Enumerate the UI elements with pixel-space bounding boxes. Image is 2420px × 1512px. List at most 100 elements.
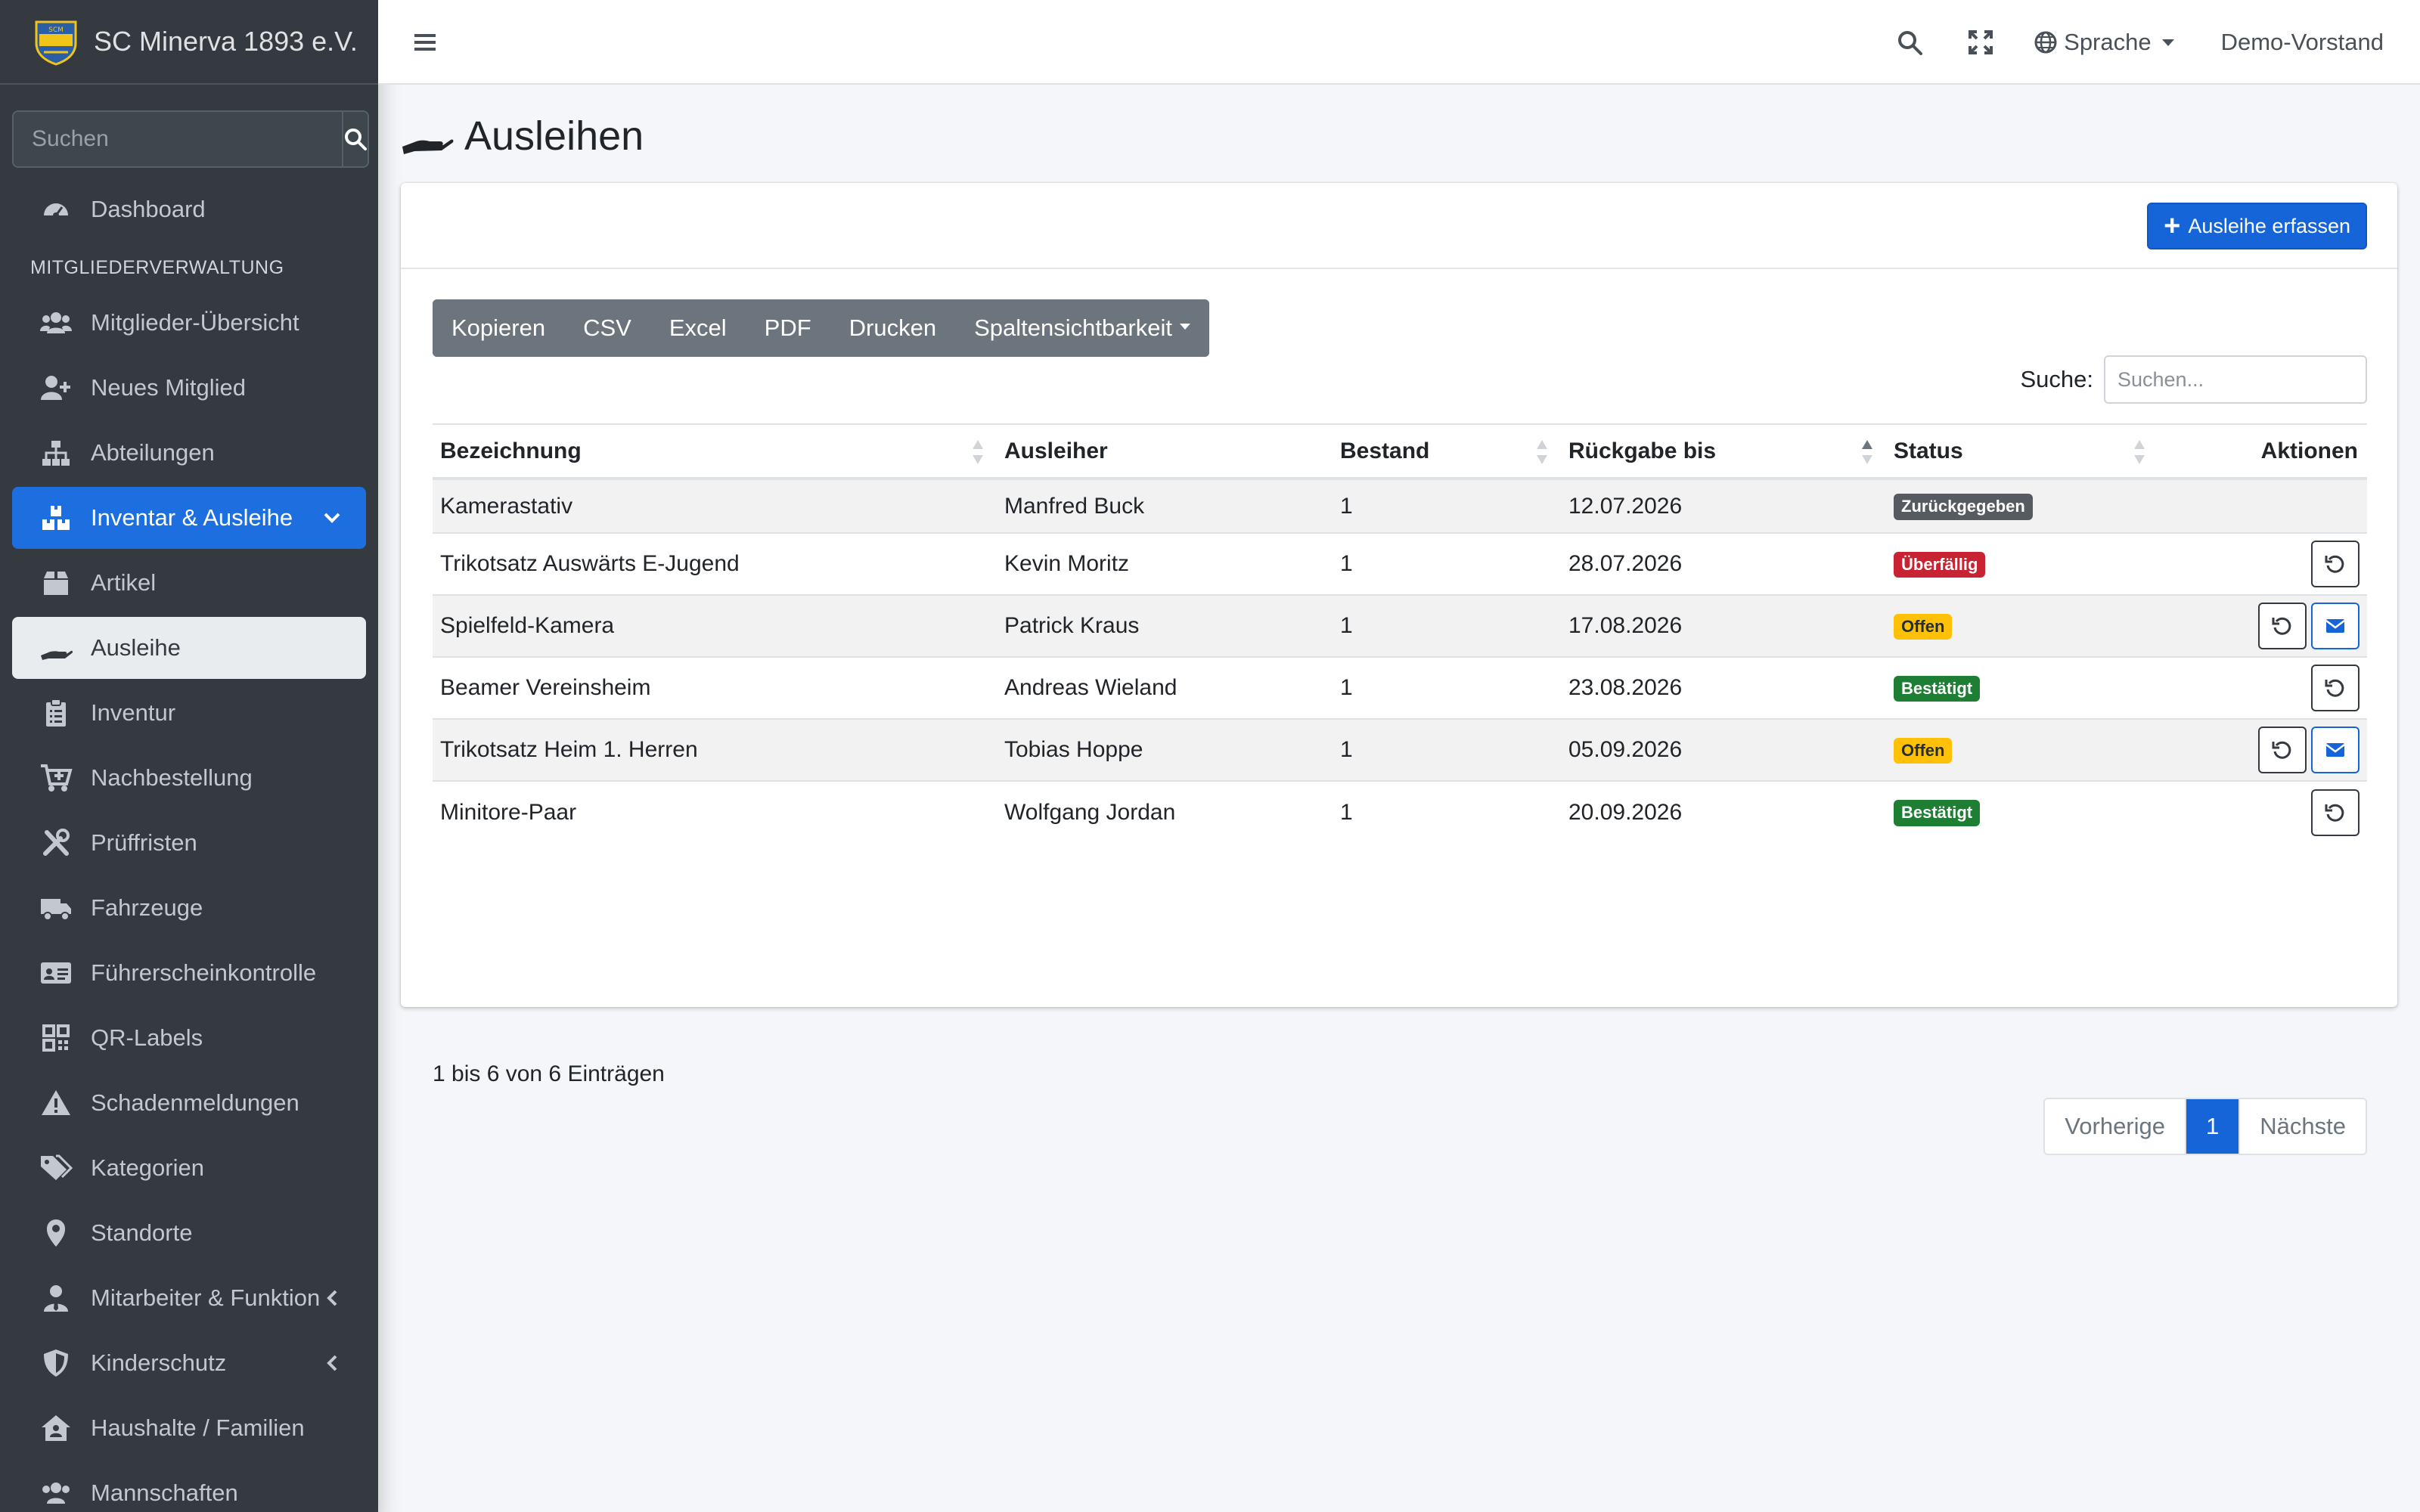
sidebar-item-fahrzeuge[interactable]: Fahrzeuge [12, 877, 366, 939]
nav-header-mitgliederverwaltung: MITGLIEDERVERWALTUNG [30, 256, 284, 278]
clipboard-list-icon [39, 696, 73, 730]
cell-bezeichnung: Beamer Vereinsheim [433, 656, 997, 719]
cell-rueckgabe-bis: 20.09.2026 [1561, 780, 1886, 843]
pagination-previous[interactable]: Vorherige [2045, 1099, 2186, 1154]
cell-rueckgabe-bis: 05.09.2026 [1561, 718, 1886, 781]
sidebar-item-abteilungen[interactable]: Abteilungen [12, 422, 366, 484]
search-icon[interactable] [1891, 24, 1928, 60]
table-search-input[interactable] [2104, 355, 2367, 404]
sidebar-item-label: Haushalte / Familien [91, 1414, 305, 1441]
table-row: Trikotsatz Heim 1. Herren Tobias Hoppe 1 05… [433, 718, 2367, 781]
cell-ausleiher: Wolfgang Jordan [997, 780, 1333, 843]
sidebar-item-label: QR-Labels [91, 1024, 203, 1051]
cell-rueckgabe-bis: 23.08.2026 [1561, 656, 1886, 719]
sidebar-item-mannschaften[interactable]: Mannschaften [12, 1462, 366, 1512]
page-title: Ausleihen [464, 113, 644, 159]
pagination-page-1[interactable]: 1 [2185, 1099, 2239, 1154]
return-loan-button[interactable] [2258, 727, 2307, 773]
sidebar-item-label: Dashboard [91, 196, 206, 222]
return-loan-button[interactable] [2311, 665, 2360, 711]
sidebar-item-inventur[interactable]: Inventur [12, 682, 366, 744]
cell-bestand: 1 [1333, 780, 1561, 843]
users-icon [39, 306, 73, 339]
excel-button[interactable]: Excel [650, 299, 746, 357]
table-search-label: Suche: [2020, 366, 2093, 392]
language-dropdown[interactable]: Sprache [2034, 29, 2174, 56]
sidebar-item-label: Abteilungen [91, 439, 215, 466]
chevron-left-icon [321, 1352, 343, 1374]
return-loan-button[interactable] [2258, 603, 2307, 649]
table-row: Beamer Vereinsheim Andreas Wieland 1 23.08.… [433, 656, 2367, 719]
cell-actions [2158, 532, 2367, 595]
loans-card: + Ausleihe erfassen Kopieren CSV Excel P… [401, 183, 2397, 1155]
sidebar-item-nachbestellung[interactable]: Nachbestellung [12, 747, 366, 809]
sidebar-item-prueffristen[interactable]: Prüffristen [12, 812, 366, 874]
column-header-rueckgabe-bis[interactable]: Rückgabe bis [1561, 423, 1886, 480]
caret-down-icon [1180, 324, 1191, 330]
sidebar-item-label: Inventar & Ausleihe [91, 504, 293, 531]
column-header-bezeichnung[interactable]: Bezeichnung [433, 423, 997, 480]
pagination-next[interactable]: Nächste [2238, 1099, 2366, 1154]
cell-rueckgabe-bis: 28.07.2026 [1561, 532, 1886, 595]
add-loan-label: Ausleihe erfassen [2188, 214, 2350, 237]
status-badge: Überfällig [1894, 551, 1986, 578]
column-header-status[interactable]: Status [1886, 423, 2158, 480]
undo-icon [2271, 739, 2294, 761]
fullscreen-icon[interactable] [1962, 24, 1999, 60]
top-navbar: Sprache Demo-Vorstand [378, 0, 2420, 85]
truck-icon [39, 891, 73, 925]
column-header-ausleiher[interactable]: Ausleiher [997, 423, 1333, 480]
sidebar-item-mitarbeiter-funktion[interactable]: Mitarbeiter & Funktion [12, 1267, 366, 1329]
boxes-icon [39, 501, 73, 534]
sidebar-item-qr-labels[interactable]: QR-Labels [12, 1007, 366, 1069]
cell-bezeichnung: Minitore-Paar [433, 780, 997, 843]
csv-button[interactable]: CSV [564, 299, 650, 357]
cell-status: Offen [1886, 594, 2158, 657]
sidebar-item-neues-mitglied[interactable]: Neues Mitglied [12, 357, 366, 419]
warning-icon [39, 1086, 73, 1120]
column-header-label: Aktionen [2260, 438, 2358, 463]
sidebar-item-label: Fahrzeuge [91, 894, 203, 921]
cell-ausleiher: Tobias Hoppe [997, 718, 1333, 781]
return-loan-button[interactable] [2311, 789, 2360, 836]
loans-table-body: Kamerastativ Manfred Buck 1 12.07.2026 Zurüc… [433, 478, 2367, 843]
sidebar-item-ausleihe[interactable]: Ausleihe [12, 617, 366, 679]
send-reminder-button[interactable] [2311, 603, 2360, 649]
sidebar-item-kinderschutz[interactable]: Kinderschutz [12, 1332, 366, 1394]
cell-ausleiher: Patrick Kraus [997, 594, 1333, 657]
sidebar-item-artikel[interactable]: Artikel [12, 552, 366, 614]
club-logo: SCM [35, 20, 77, 66]
copy-button[interactable]: Kopieren [433, 299, 565, 357]
hamburger-menu-icon[interactable] [410, 27, 440, 57]
column-header-bestand[interactable]: Bestand [1333, 423, 1561, 480]
brand-link[interactable]: SCM SC Minerva 1893 e.V. [0, 0, 378, 85]
sidebar-search-input[interactable] [12, 110, 342, 168]
globe-icon [2034, 31, 2057, 54]
return-loan-button[interactable] [2311, 541, 2360, 587]
sidebar-item-dashboard[interactable]: Dashboard [12, 178, 366, 240]
sidebar-item-mitglieder-uebersicht[interactable]: Mitglieder-Übersicht [12, 292, 366, 354]
sidebar-item-fuehrerscheinkontrolle[interactable]: Führerscheinkontrolle [12, 942, 366, 1004]
export-button-group: Kopieren CSV Excel PDF Drucken Spaltensi… [433, 299, 1210, 357]
user-menu[interactable]: Demo-Vorstand [2221, 29, 2384, 56]
sidebar-item-schadenmeldungen[interactable]: Schadenmeldungen [12, 1072, 366, 1134]
undo-icon [2324, 801, 2347, 824]
sidebar-item-kategorien[interactable]: Kategorien [12, 1137, 366, 1199]
sidebar-item-label: Kategorien [91, 1154, 204, 1181]
cell-bestand: 1 [1333, 718, 1561, 781]
column-visibility-button[interactable]: Spaltensichtbarkeit [955, 299, 1210, 357]
sidebar-search-button[interactable] [342, 110, 369, 168]
add-loan-button[interactable]: + Ausleihe erfassen [2147, 203, 2367, 249]
team-icon [39, 1476, 73, 1510]
print-button[interactable]: Drucken [830, 299, 956, 357]
sidebar-item-inventar-ausleihe[interactable]: Inventar & Ausleihe [12, 487, 366, 549]
chevron-left-icon [321, 1287, 343, 1309]
cell-ausleiher: Kevin Moritz [997, 532, 1333, 595]
undo-icon [2324, 677, 2347, 699]
status-badge: Zurückgegeben [1894, 494, 2033, 520]
pdf-button[interactable]: PDF [745, 299, 830, 357]
sidebar-item-standorte[interactable]: Standorte [12, 1202, 366, 1264]
sidebar-item-haushalte-familien[interactable]: Haushalte / Familien [12, 1397, 366, 1459]
shield-icon [39, 1346, 73, 1380]
send-reminder-button[interactable] [2311, 727, 2360, 773]
